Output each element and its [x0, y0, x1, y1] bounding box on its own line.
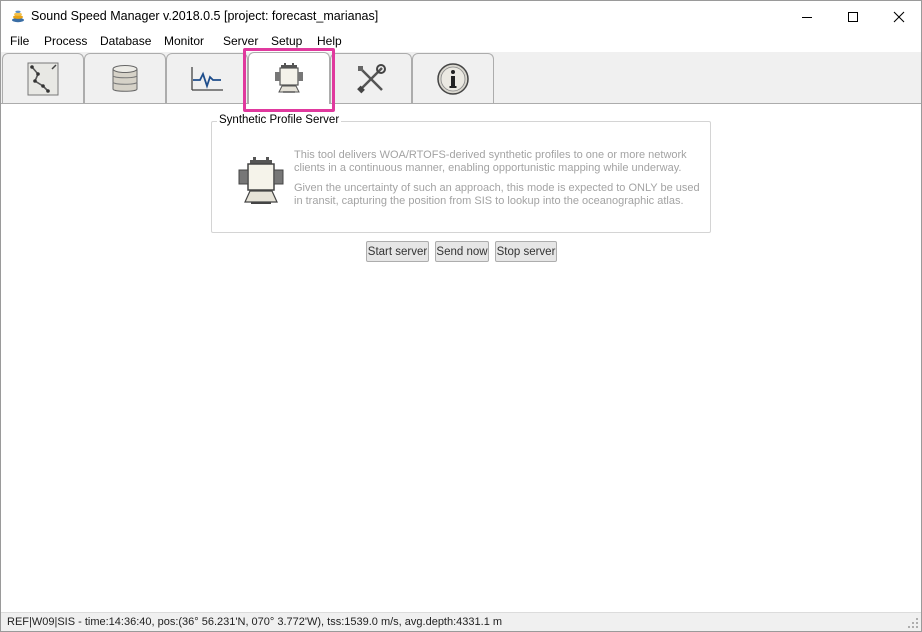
menu-bar: File Process Database Monitor Server Set… — [1, 32, 921, 52]
info-icon — [437, 63, 469, 95]
minimize-button[interactable] — [784, 1, 830, 32]
database-icon — [112, 65, 138, 92]
tab-strip — [1, 52, 921, 104]
server-tab-panel: Synthetic Profile Server This tool deliv… — [1, 103, 921, 613]
minimize-icon — [802, 16, 812, 18]
tab-editor[interactable] — [2, 53, 84, 104]
group-title: Synthetic Profile Server — [217, 114, 342, 126]
status-bar: REF|W09|SIS - time:14:36:40, pos:(36° 56… — [1, 612, 921, 631]
monitor-icon — [191, 67, 223, 91]
description-paragraph-2: Given the uncertainty of such an approac… — [294, 182, 700, 207]
menu-monitor[interactable]: Monitor — [160, 34, 208, 48]
server-icon — [275, 62, 303, 93]
tab-monitor[interactable] — [166, 53, 248, 104]
maximize-button[interactable] — [830, 1, 876, 32]
close-icon — [893, 11, 905, 22]
tab-database[interactable] — [84, 53, 166, 104]
menu-help[interactable]: Help — [313, 34, 346, 48]
tab-setup[interactable] — [330, 53, 412, 104]
app-window: Sound Speed Manager v.2018.0.5 [project:… — [0, 0, 922, 632]
menu-file[interactable]: File — [6, 34, 33, 48]
description-paragraph-1: This tool delivers WOA/RTOFS-derived syn… — [294, 149, 687, 174]
window-title: Sound Speed Manager v.2018.0.5 [project:… — [31, 9, 379, 23]
server-large-icon — [238, 157, 284, 204]
menu-database[interactable]: Database — [96, 34, 155, 48]
tab-server[interactable] — [248, 52, 330, 104]
resize-grip-icon[interactable] — [907, 617, 919, 629]
stop-server-button[interactable]: Stop server — [495, 241, 557, 262]
send-now-button[interactable]: Send now — [435, 241, 489, 262]
tab-info[interactable] — [412, 53, 494, 104]
menu-process[interactable]: Process — [40, 34, 91, 48]
app-logo-icon — [12, 10, 24, 23]
close-button[interactable] — [876, 1, 922, 32]
synthetic-profile-server-group: Synthetic Profile Server This tool deliv… — [211, 114, 711, 233]
title-bar: Sound Speed Manager v.2018.0.5 [project:… — [1, 1, 921, 32]
start-server-button[interactable]: Start server — [366, 241, 429, 262]
menu-setup[interactable]: Setup — [267, 34, 306, 48]
maximize-icon — [848, 11, 858, 22]
menu-server[interactable]: Server — [219, 34, 262, 48]
status-text: REF|W09|SIS - time:14:36:40, pos:(36° 56… — [7, 616, 503, 628]
tools-icon — [357, 64, 386, 94]
server-description: This tool delivers WOA/RTOFS-derived syn… — [294, 149, 704, 215]
profile-editor-icon — [27, 62, 59, 96]
